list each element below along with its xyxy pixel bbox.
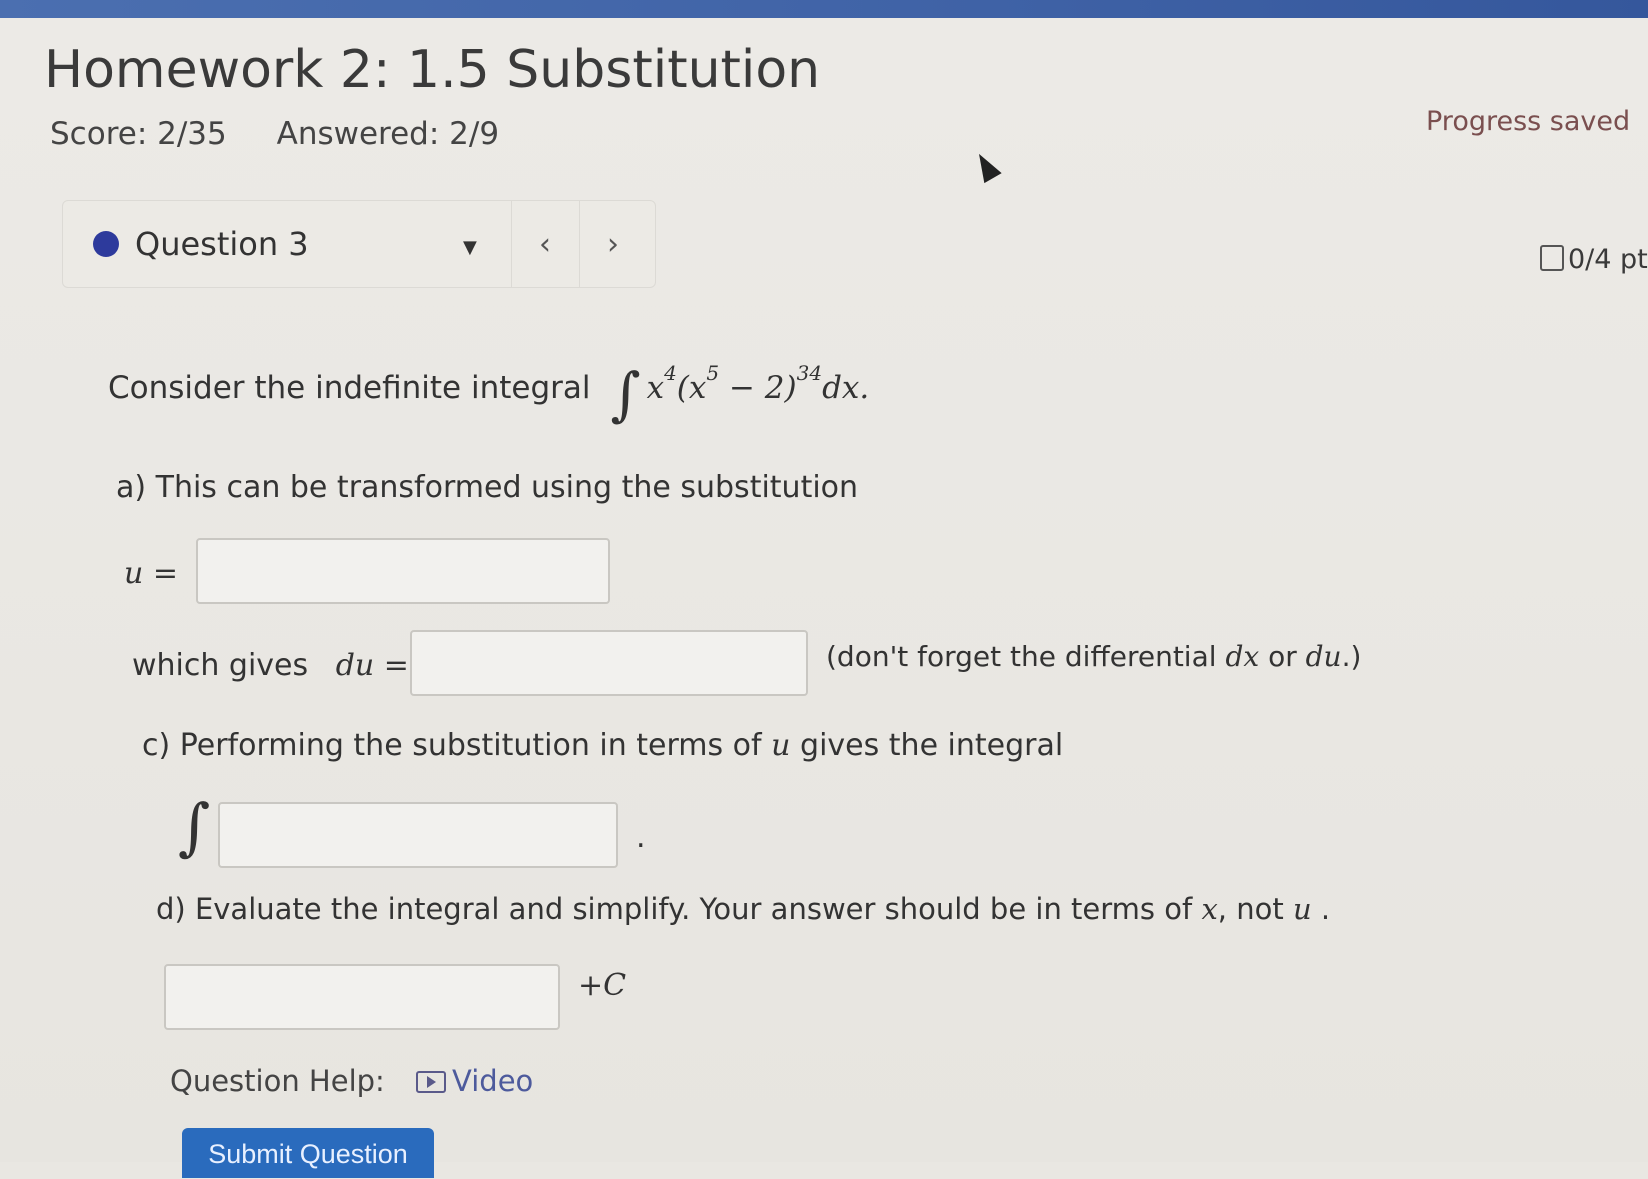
part-c-period: . <box>636 820 646 855</box>
u-label: u = <box>124 556 178 591</box>
question-help: Question Help: Video <box>170 1064 533 1098</box>
answered-text: Answered: 2/9 <box>276 116 500 152</box>
integral-sign: ∫ <box>610 360 641 428</box>
chevron-right-icon: › <box>607 226 619 262</box>
score-line: Score: 2/35 Answered: 2/9 <box>50 116 539 152</box>
integrand-base: x <box>646 370 665 406</box>
points-indicator: 0/4 pt <box>1540 244 1648 275</box>
part-c-variable: u <box>771 728 791 763</box>
u-answer-input[interactable] <box>196 538 610 604</box>
points-text: 0/4 pt <box>1568 244 1648 275</box>
integrand-differential: dx. <box>822 370 870 406</box>
integrand-inner-rest: − 2) <box>719 370 797 406</box>
reminder-suffix: .) <box>1341 640 1362 673</box>
next-question-button[interactable]: › <box>579 201 646 287</box>
part-c-integral-sign: ∫ <box>178 790 211 863</box>
part-d-end: . <box>1320 892 1331 926</box>
part-d-mid: , not <box>1217 892 1284 926</box>
top-bar <box>0 0 1648 18</box>
progress-status: Progress saved <box>1426 106 1631 137</box>
submit-question-button[interactable]: Submit Question <box>182 1128 434 1178</box>
caret-down-icon: ▼ <box>463 237 477 258</box>
part-d-u: u <box>1292 892 1312 926</box>
du-label: du = <box>335 648 409 683</box>
question-prompt: Consider the indefinite integral ∫ x4(x5 … <box>108 360 869 428</box>
part-d-prefix: d) Evaluate the integral and simplify. Y… <box>156 892 1193 926</box>
chevron-left-icon: ‹ <box>539 226 551 262</box>
which-gives-text: which gives <box>132 648 309 683</box>
part-c-prefix: c) Performing the substitution in terms … <box>142 728 762 763</box>
score-text: Score: 2/35 <box>50 116 227 152</box>
video-help-link[interactable]: Video <box>452 1064 533 1098</box>
integrand-inner-exponent: 5 <box>706 361 720 385</box>
prompt-text: Consider the indefinite integral <box>108 370 591 406</box>
integrand-base-exponent: 4 <box>664 361 677 385</box>
differential-reminder: (don't forget the differential dx or du.… <box>826 640 1361 673</box>
question-status-dot-icon <box>93 231 119 257</box>
previous-question-button[interactable]: ‹ <box>511 201 578 287</box>
video-icon <box>416 1071 447 1093</box>
final-answer-input[interactable] <box>164 964 560 1030</box>
question-selector[interactable]: Question 3 ▼ <box>63 201 497 287</box>
reminder-dx: dx <box>1225 640 1260 673</box>
reminder-or: or <box>1268 640 1297 673</box>
integrand-inner-open: (x <box>676 370 707 406</box>
part-d-text: d) Evaluate the integral and simplify. Y… <box>156 892 1330 926</box>
du-answer-input[interactable] <box>410 630 808 696</box>
which-gives-label: which gives du = <box>132 648 409 683</box>
integrand-outer-exponent: 34 <box>796 361 823 385</box>
part-d-x: x <box>1201 892 1218 926</box>
integral-u-answer-input[interactable] <box>218 802 618 868</box>
reminder-du: du <box>1305 640 1342 673</box>
plus-c-label: +C <box>578 968 627 1003</box>
reminder-prefix: (don't forget the differential <box>826 640 1217 673</box>
part-c-suffix: gives the integral <box>800 728 1064 763</box>
edit-icon <box>1540 245 1564 271</box>
question-navigator: Question 3 ▼ ‹ › <box>62 200 656 288</box>
question-help-label: Question Help: <box>170 1064 385 1098</box>
part-a-text: a) This can be transformed using the sub… <box>116 470 859 505</box>
part-c-text: c) Performing the substitution in terms … <box>142 728 1063 763</box>
page-title: Homework 2: 1.5 Substitution <box>44 40 821 100</box>
question-label: Question 3 <box>135 225 309 263</box>
